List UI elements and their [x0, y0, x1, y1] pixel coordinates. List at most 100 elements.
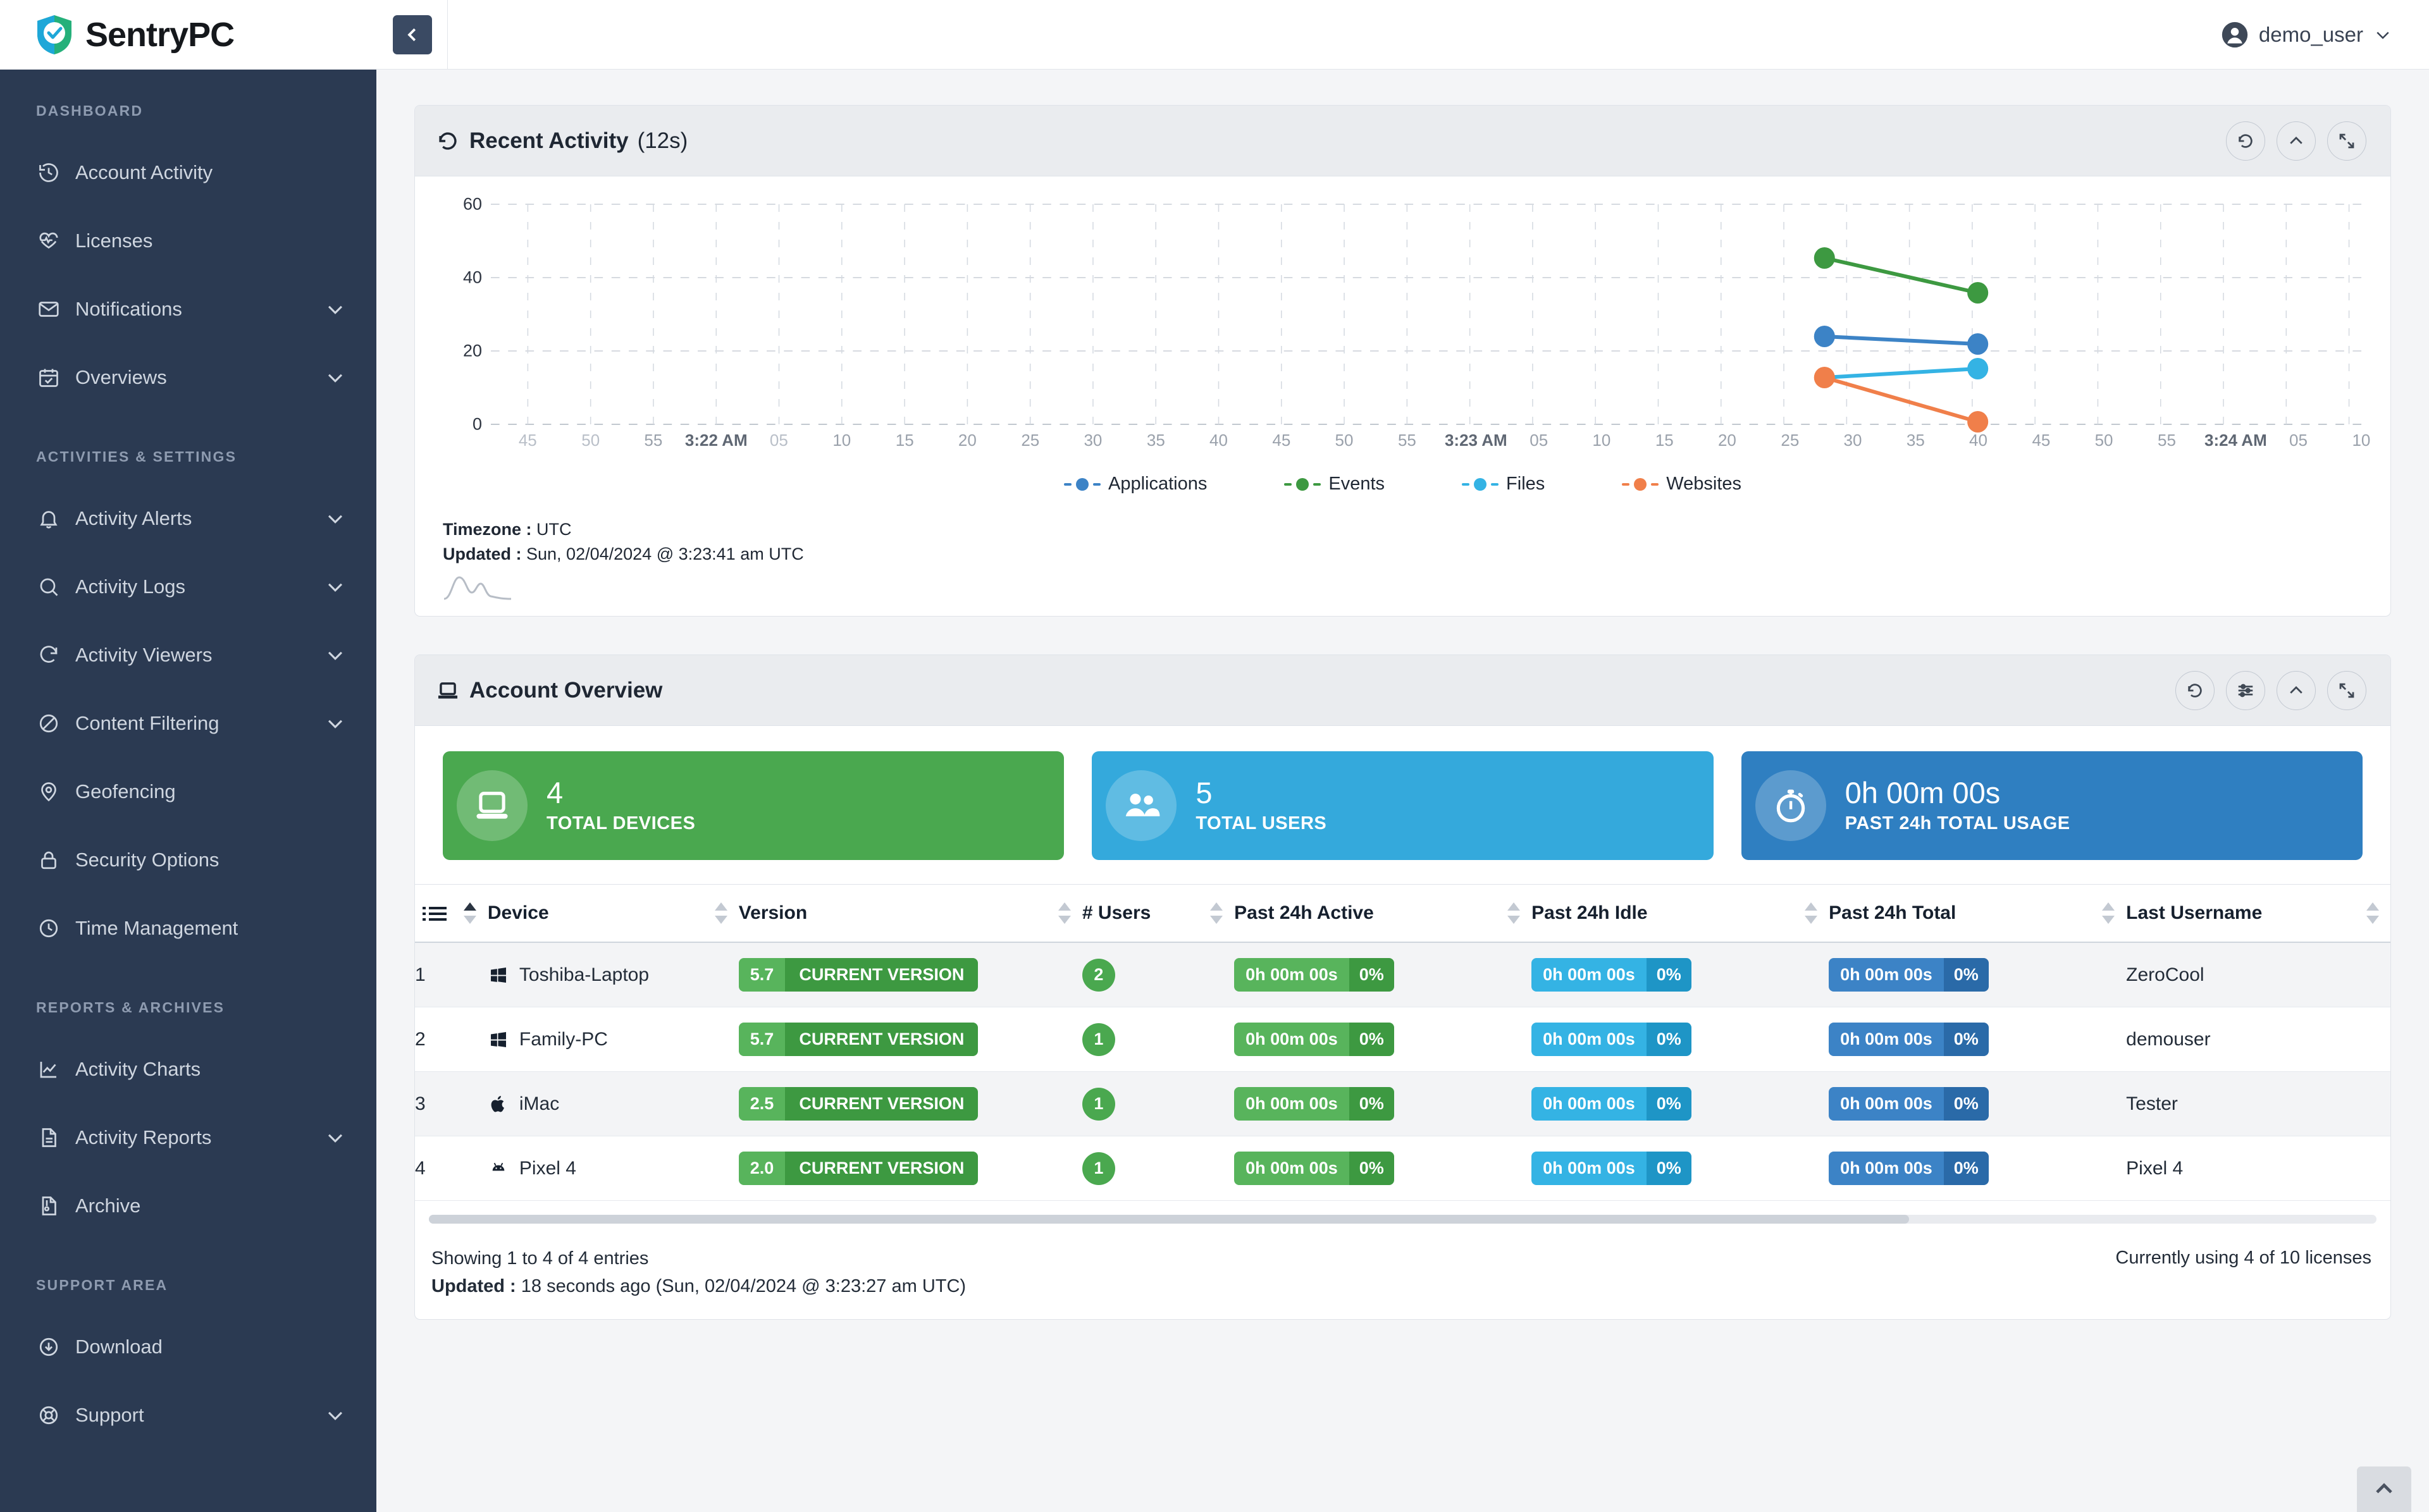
footer-left: Showing 1 to 4 of 4 entries Updated : 18…: [431, 1245, 966, 1300]
stopwatch-icon: [1755, 770, 1826, 842]
x-tick: 45: [2032, 431, 2051, 450]
col-past-24h-idle[interactable]: Past 24h Idle: [1531, 884, 1829, 943]
cell-version: 5.7 CURRENT VERSION: [738, 942, 1082, 1008]
line-chart-icon: [36, 1057, 61, 1082]
footer-updated-value: 18 seconds ago (Sun, 02/04/2024 @ 3:23:2…: [521, 1275, 967, 1296]
sidebar-item-licenses[interactable]: Licenses: [0, 207, 376, 275]
sidebar-item-label: Support: [75, 1404, 144, 1426]
version-status: CURRENT VERSION: [785, 958, 979, 992]
chevron-down-icon[interactable]: [2373, 25, 2392, 44]
chevron-down-icon[interactable]: [324, 1404, 346, 1426]
sort-indicator[interactable]: [1058, 901, 1071, 925]
table-horizontal-scrollbar[interactable]: [429, 1215, 2376, 1224]
sidebar-item-download[interactable]: Download: [0, 1313, 376, 1381]
stat-card-past-24h-total-usage[interactable]: 0h 00m 00s PAST 24h TOTAL USAGE: [1741, 751, 2363, 861]
col-index[interactable]: [415, 884, 488, 943]
chevron-down-icon[interactable]: [324, 508, 346, 529]
sort-indicator[interactable]: [2102, 901, 2115, 925]
table-row[interactable]: 3 iMac 2.5 CURRENT VERSION 1 0h 00m 00s …: [415, 1071, 2390, 1137]
x-tick: 50: [1335, 431, 1354, 450]
chevron-left-icon: [407, 28, 416, 41]
sidebar-item-geofencing[interactable]: Geofencing: [0, 758, 376, 826]
collapse-button[interactable]: [2277, 670, 2316, 710]
refresh-button[interactable]: [2175, 670, 2215, 710]
legend-item-events[interactable]: Events: [1284, 474, 1385, 495]
scrollbar-thumb[interactable]: [429, 1215, 1910, 1224]
past-24h-idle-badge: 0h 00m 00s 0%: [1531, 1087, 1691, 1121]
table-row[interactable]: 4 Pixel 4 2.0 CURRENT VERSION 1 0h 00m 0…: [415, 1136, 2390, 1202]
table-row[interactable]: 2 Family-PC 5.7 CURRENT VERSION 1 0h 00m…: [415, 1007, 2390, 1073]
windows-icon: [488, 964, 509, 986]
legend-item-applications[interactable]: Applications: [1063, 474, 1207, 495]
scroll-to-top-button[interactable]: [2357, 1466, 2411, 1512]
sort-indicator[interactable]: [714, 901, 727, 925]
expand-button[interactable]: [2327, 121, 2366, 161]
chevron-down-icon[interactable]: [324, 298, 346, 320]
stat-label: TOTAL USERS: [1196, 813, 1327, 834]
sidebar-item-content-filtering[interactable]: Content Filtering: [0, 689, 376, 758]
chevron-down-icon[interactable]: [324, 367, 346, 388]
cell-active: 0h 00m 00s 0%: [1234, 1071, 1532, 1137]
legend-item-files[interactable]: Files: [1462, 474, 1545, 495]
stat-card-total-devices[interactable]: 4 TOTAL DEVICES: [443, 751, 1065, 861]
stat-card-total-users[interactable]: 5 TOTAL USERS: [1092, 751, 1714, 861]
chevron-down-icon[interactable]: [324, 576, 346, 598]
cell-active: 0h 00m 00s 0%: [1234, 1007, 1532, 1073]
sort-indicator[interactable]: [1507, 901, 1521, 925]
user-menu[interactable]: demo_user: [2221, 21, 2392, 49]
sort-indicator[interactable]: [1210, 901, 1223, 925]
table-row[interactable]: 1 Toshiba-Laptop 5.7 CURRENT VERSION 2 0…: [415, 942, 2390, 1008]
y-tick-0: 0: [472, 414, 482, 434]
users-count-badge: 1: [1082, 1152, 1115, 1185]
sidebar-item-support[interactable]: Support: [0, 1381, 376, 1449]
sidebar-item-security-options[interactable]: Security Options: [0, 826, 376, 894]
collapse-button[interactable]: [2277, 121, 2316, 161]
col-past-24h-active[interactable]: Past 24h Active: [1234, 884, 1532, 943]
sort-indicator[interactable]: [1805, 901, 1818, 925]
sidebar-item-label: Time Management: [75, 917, 238, 939]
col-users[interactable]: # Users: [1082, 884, 1235, 943]
sidebar-item-activity-alerts[interactable]: Activity Alerts: [0, 484, 376, 553]
filter-button[interactable]: [2226, 670, 2265, 710]
cell-idle: 0h 00m 00s 0%: [1531, 1071, 1829, 1137]
past-24h-active-badge: 0h 00m 00s 0%: [1234, 1023, 1394, 1057]
sidebar-section-reports-archives: REPORTS & ARCHIVES: [36, 999, 225, 1016]
footer-updated-label: Updated :: [431, 1275, 516, 1296]
sidebar-item-time-management[interactable]: Time Management: [0, 894, 376, 962]
sidebar-item-activity-viewers[interactable]: Activity Viewers: [0, 621, 376, 689]
sidebar-item-account-activity[interactable]: Account Activity: [0, 138, 376, 207]
cell-idle: 0h 00m 00s 0%: [1531, 1136, 1829, 1202]
sort-indicator[interactable]: [463, 901, 476, 925]
sidebar-item-activity-logs[interactable]: Activity Logs: [0, 553, 376, 621]
sort-indicator[interactable]: [2366, 901, 2379, 925]
idle-percent: 0%: [1646, 1087, 1691, 1121]
sidebar-item-activity-reports[interactable]: Activity Reports: [0, 1103, 376, 1172]
chevron-down-icon[interactable]: [324, 713, 346, 734]
chart-series-layer: [1814, 247, 1989, 433]
stat-label: PAST 24h TOTAL USAGE: [1845, 813, 2070, 834]
col-last-username[interactable]: Last Username: [2126, 884, 2390, 943]
version-badge: 2.5 CURRENT VERSION: [738, 1087, 979, 1121]
data-point: [1814, 247, 1835, 269]
refresh-icon: [2188, 684, 2202, 698]
sidebar-item-archive[interactable]: Archive: [0, 1172, 376, 1240]
document-icon: [36, 1125, 61, 1150]
legend-item-websites[interactable]: Websites: [1622, 474, 1741, 495]
refresh-button[interactable]: [2226, 121, 2265, 161]
sidebar-item-notifications[interactable]: Notifications: [0, 275, 376, 343]
legend-marker: [1622, 477, 1659, 491]
sidebar-item-overviews[interactable]: Overviews: [0, 343, 376, 412]
legend-marker: [1284, 477, 1321, 491]
col-version[interactable]: Version: [738, 884, 1082, 943]
chevron-down-icon[interactable]: [324, 1127, 346, 1148]
chart-legend: Applications Events Files Websites: [443, 474, 2363, 495]
sidebar-collapse-button[interactable]: [393, 15, 432, 54]
chevron-down-icon[interactable]: [324, 644, 346, 666]
topbar: demo_user: [376, 0, 2429, 70]
sidebar-item-activity-charts[interactable]: Activity Charts: [0, 1035, 376, 1103]
expand-button[interactable]: [2327, 670, 2366, 710]
col-past-24h-total[interactable]: Past 24h Total: [1829, 884, 2127, 943]
brand-logo-area[interactable]: SentryPC: [0, 0, 376, 70]
col-device[interactable]: Device: [487, 884, 739, 943]
sidebar-item-label: Account Activity: [75, 161, 213, 183]
